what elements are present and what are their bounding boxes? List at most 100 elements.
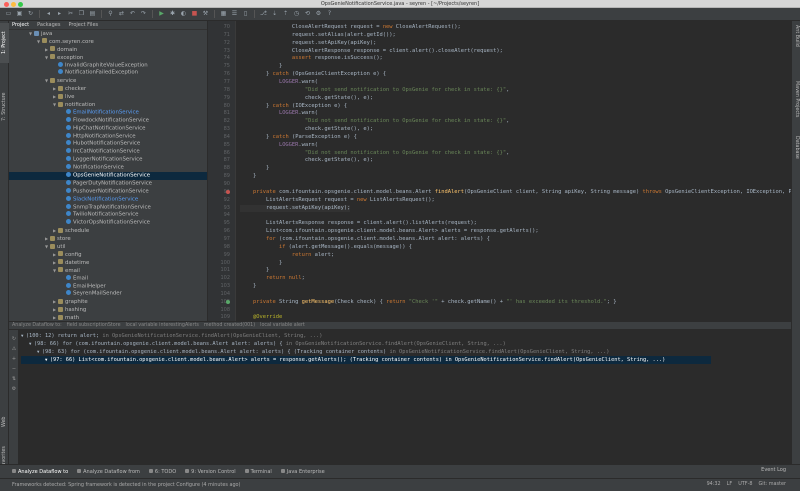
dataflow-crumb[interactable]: field subscriptionStore (67, 323, 121, 328)
tree-item[interactable]: InvalidGraphiteValueException (9, 61, 207, 70)
tree-item[interactable]: PagerDutyNotificationService (9, 179, 207, 188)
dataflow-crumb[interactable]: local variable alert (260, 323, 305, 328)
tree-item[interactable]: Email (9, 274, 207, 283)
tree-item[interactable]: HipChatNotificationService (9, 124, 207, 133)
code-line[interactable]: assert response.isSuccess(); (240, 55, 383, 63)
tree-item[interactable]: FlowdockNotificationService (9, 116, 207, 125)
autoscroll-icon[interactable]: ⇅ (11, 376, 17, 382)
bottom-tab-9-version-control[interactable]: 9: Version Control (185, 469, 236, 475)
replace-icon[interactable]: ⇄ (117, 10, 126, 19)
tree-item[interactable]: ▶ live (9, 93, 207, 101)
bottom-tab-6-todo[interactable]: 6: TODO (149, 469, 176, 475)
dataflow-crumb[interactable]: local variable interestingAlerts (126, 323, 199, 328)
paste-icon[interactable]: ▤ (88, 10, 97, 19)
ant-build-tab[interactable]: Ant Build (792, 25, 800, 55)
cut-icon[interactable]: ✂ (66, 10, 75, 19)
code-line[interactable]: } (240, 260, 282, 268)
folder-icon[interactable]: ▭ (4, 10, 13, 19)
save-icon[interactable]: ▣ (15, 10, 24, 19)
tree-item[interactable]: ▼ java (9, 30, 207, 38)
sdk-icon[interactable]: ▦ (219, 10, 228, 19)
tree-item[interactable]: HttpNotificationService (9, 132, 207, 141)
code-line[interactable]: private com.ifountain.opsgenie.client.mo… (240, 189, 791, 197)
dataflow-row[interactable]: ▼ (98: 66) for (com.ifountain.opsgenie.c… (21, 340, 506, 348)
code-line[interactable]: request.setApiKey(apiKey); (240, 40, 376, 48)
tree-item[interactable]: OpsGenieNotificationService (9, 172, 207, 180)
caret-position[interactable]: 94:32 (707, 478, 721, 490)
close-window-button[interactable] (4, 1, 9, 7)
undo-icon[interactable]: ↶ (128, 10, 137, 19)
project-tab-project[interactable]: Project (12, 22, 29, 28)
warning-icon[interactable]: ⚠ (11, 346, 17, 352)
project-tab-packages[interactable]: Packages (37, 22, 60, 28)
file-encoding[interactable]: UTF-8 (738, 478, 752, 490)
tree-item[interactable]: ▼ util (9, 243, 207, 251)
tree-item[interactable]: ▶ graphite (9, 298, 207, 306)
code-line[interactable]: return alert; (240, 252, 334, 260)
minimize-window-button[interactable] (11, 1, 16, 7)
code-line[interactable]: check.getState(), e); (240, 126, 373, 134)
copy-icon[interactable]: ❐ (77, 10, 86, 19)
editor-gutter[interactable]: 70 71 72 73 74 75 76 77 78 79 80 81 82 83 84 85 86 87 88 89… (208, 21, 236, 321)
tree-item[interactable]: EmailHelper (9, 282, 207, 291)
revert-icon[interactable]: ⟲ (303, 10, 312, 19)
dataflow-row[interactable]: ▼ (98: 63) for (com.ifountain.opsgenie.c… (21, 348, 609, 356)
database-tab[interactable]: Database (792, 136, 800, 166)
code-line[interactable]: private String getMessage(Check check) {… (240, 299, 617, 307)
coverage-icon[interactable]: ◐ (179, 10, 188, 19)
tree-item[interactable]: ▶ datetime (9, 259, 207, 267)
tree-item[interactable]: ▶ hashing (9, 306, 207, 314)
code-line[interactable]: ListAlertsResponse response = client.ale… (240, 220, 477, 228)
tree-item[interactable]: ▶ schedule (9, 227, 207, 235)
tree-item[interactable]: ▶ domain (9, 46, 207, 54)
code-line[interactable]: for (com.ifountain.opsgenie.client.model… (240, 236, 490, 244)
structure-tool-tab[interactable]: 7: Structure (0, 83, 9, 131)
code-line[interactable]: "Did not send notification to OpsGenie f… (240, 118, 509, 126)
code-line[interactable]: if (alert.getMessage().equals(message)) … (240, 244, 412, 252)
dataflow-row[interactable]: ▼ (100: 12) return alert; in OpsGenieNot… (21, 332, 322, 340)
code-line[interactable]: CloseAlertResponse response = client.ale… (240, 48, 503, 56)
project-tab-project-files[interactable]: Project Files (68, 22, 98, 28)
tree-item[interactable]: SnmpTrapNotificationService (9, 203, 207, 212)
tree-item[interactable]: ▼ email (9, 267, 207, 275)
maven-projects-tab[interactable]: Maven Projects (792, 81, 800, 131)
dataflow-row[interactable]: ▼ (97: 66) List<com.ifountain.opsgenie.c… (21, 356, 711, 364)
tree-item[interactable]: ▼ com.seyren.core (9, 38, 207, 46)
code-line[interactable]: LOGGER.warn( (240, 110, 318, 118)
stop-icon[interactable]: ■ (190, 10, 199, 19)
terminal-icon[interactable]: ▯ (241, 10, 250, 19)
rerun-icon[interactable]: ↻ (11, 336, 17, 342)
collapse-all-icon[interactable]: − (11, 366, 17, 372)
code-editor[interactable]: 70 71 72 73 74 75 76 77 78 79 80 81 82 83 84 85 86 87 88 89… (208, 21, 791, 321)
tree-item[interactable]: PushoverNotificationService (9, 187, 207, 196)
vcs-icon[interactable]: ⎇ (259, 10, 268, 19)
code-line[interactable]: check.getState(), e); (240, 95, 373, 103)
history-icon[interactable]: ◷ (292, 10, 301, 19)
tree-item[interactable]: ▼ exception (9, 54, 207, 62)
code-line[interactable]: ListAlertsRequest request = new ListAler… (240, 197, 435, 205)
code-line[interactable]: return null; (240, 275, 305, 283)
tree-item[interactable]: HubotNotificationService (9, 140, 207, 148)
code-line[interactable]: LOGGER.warn( (240, 142, 318, 150)
debug-icon[interactable]: ✱ (168, 10, 177, 19)
vcs-commit-icon[interactable]: ⇡ (281, 10, 290, 19)
vcs-update-icon[interactable]: ⇣ (270, 10, 279, 19)
redo-icon[interactable]: ↷ (139, 10, 148, 19)
line-separator[interactable]: LF (727, 478, 733, 490)
code-line[interactable]: } (240, 283, 256, 291)
tree-item[interactable]: SeyrenMailSender (9, 290, 207, 298)
tree-item[interactable]: LoggerNotificationService (9, 156, 207, 164)
dataflow-crumb[interactable]: method created(001) (204, 323, 255, 328)
code-line[interactable]: request.setAlias(alert.getId()); (240, 32, 396, 40)
bottom-tab-java-enterprise[interactable]: Java Enterprise (281, 469, 325, 475)
tree-item[interactable]: NotificationFailedException (9, 69, 207, 77)
code-line[interactable]: } (240, 173, 256, 181)
tree-item[interactable]: VictorOpsNotificationService (9, 219, 207, 227)
tree-item[interactable]: ▶ checker (9, 85, 207, 93)
tree-item[interactable]: SlackNotificationService (9, 195, 207, 204)
code-line[interactable]: } (240, 267, 269, 275)
tree-item[interactable]: TwilioNotificationService (9, 211, 207, 219)
code-line[interactable]: "Did not send notification to OpsGenie f… (240, 87, 509, 95)
code-line[interactable]: request.setApiKey(apiKey); (240, 204, 351, 213)
forward-icon[interactable]: ▸ (55, 10, 64, 19)
